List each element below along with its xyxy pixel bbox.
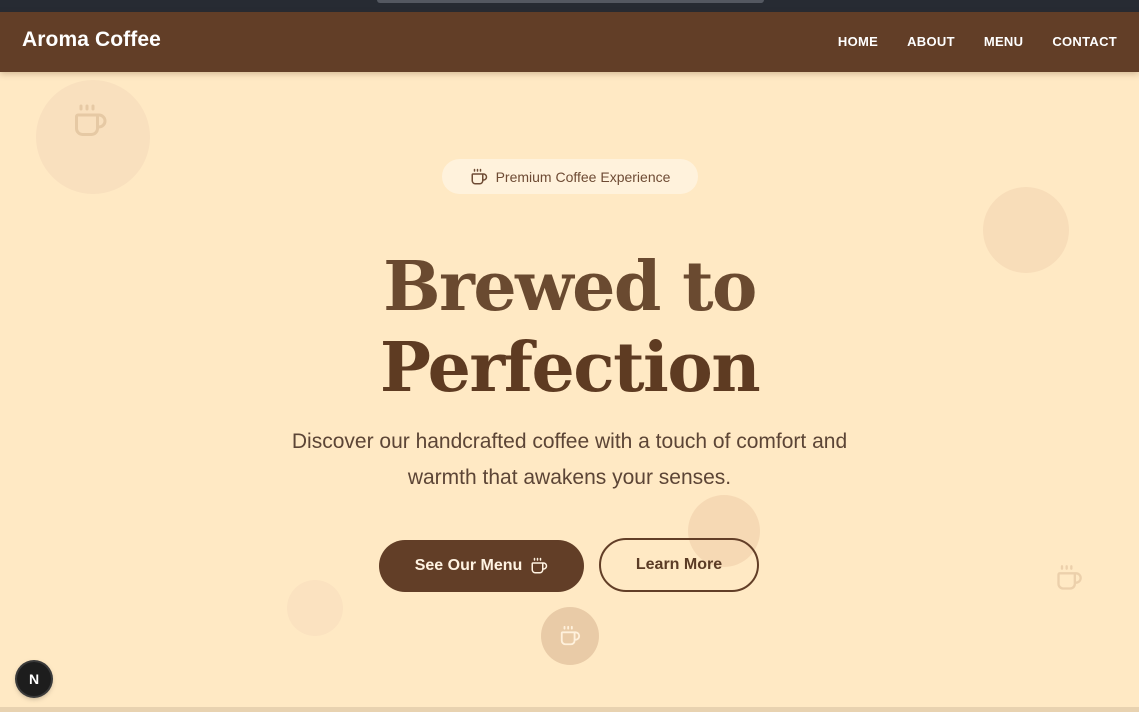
nav-home[interactable]: HOME: [838, 34, 878, 49]
hero-subtitle: Discover our handcrafted coffee with a t…: [0, 424, 1139, 496]
coffee-cup-icon: [75, 104, 107, 136]
dev-tools-indicator[interactable]: N: [17, 662, 51, 696]
coffee-cup-icon: [531, 557, 548, 574]
hero-subtitle-line1: Discover our handcrafted coffee with a t…: [291, 430, 848, 453]
nav-contact[interactable]: CONTACT: [1052, 34, 1117, 49]
hero-badge: Premium Coffee Experience: [442, 159, 698, 194]
coffee-cup-icon: [560, 625, 581, 646]
brand-logo[interactable]: Aroma Coffee: [22, 28, 161, 52]
see-menu-button-label: See Our Menu: [414, 557, 523, 574]
coffee-cup-icon: [471, 168, 487, 184]
page-bottom-edge: [0, 707, 1139, 712]
decor-bubble: [36, 80, 150, 194]
address-bar[interactable]: [377, 0, 764, 3]
nav-links: HOME ABOUT MENU CONTACT: [809, 34, 1117, 49]
decor-bubble: [541, 607, 599, 665]
navbar: Aroma Coffee HOME ABOUT MENU CONTACT: [0, 12, 1139, 72]
decor-bubble: [287, 580, 343, 636]
hero-badge-label: Premium Coffee Experience: [495, 168, 671, 185]
hero-title-line1: Brewed to: [383, 247, 757, 327]
browser-chrome: [0, 0, 1139, 12]
nav-about[interactable]: ABOUT: [907, 34, 955, 49]
see-menu-button[interactable]: See Our Menu: [379, 540, 584, 592]
learn-more-button[interactable]: Learn More: [599, 538, 759, 592]
nav-menu[interactable]: MENU: [984, 34, 1023, 49]
hero-subtitle-line2: warmth that awakens your senses.: [407, 466, 732, 489]
coffee-cup-icon: [1057, 565, 1082, 590]
hero-title-line2: Perfection: [379, 328, 761, 408]
